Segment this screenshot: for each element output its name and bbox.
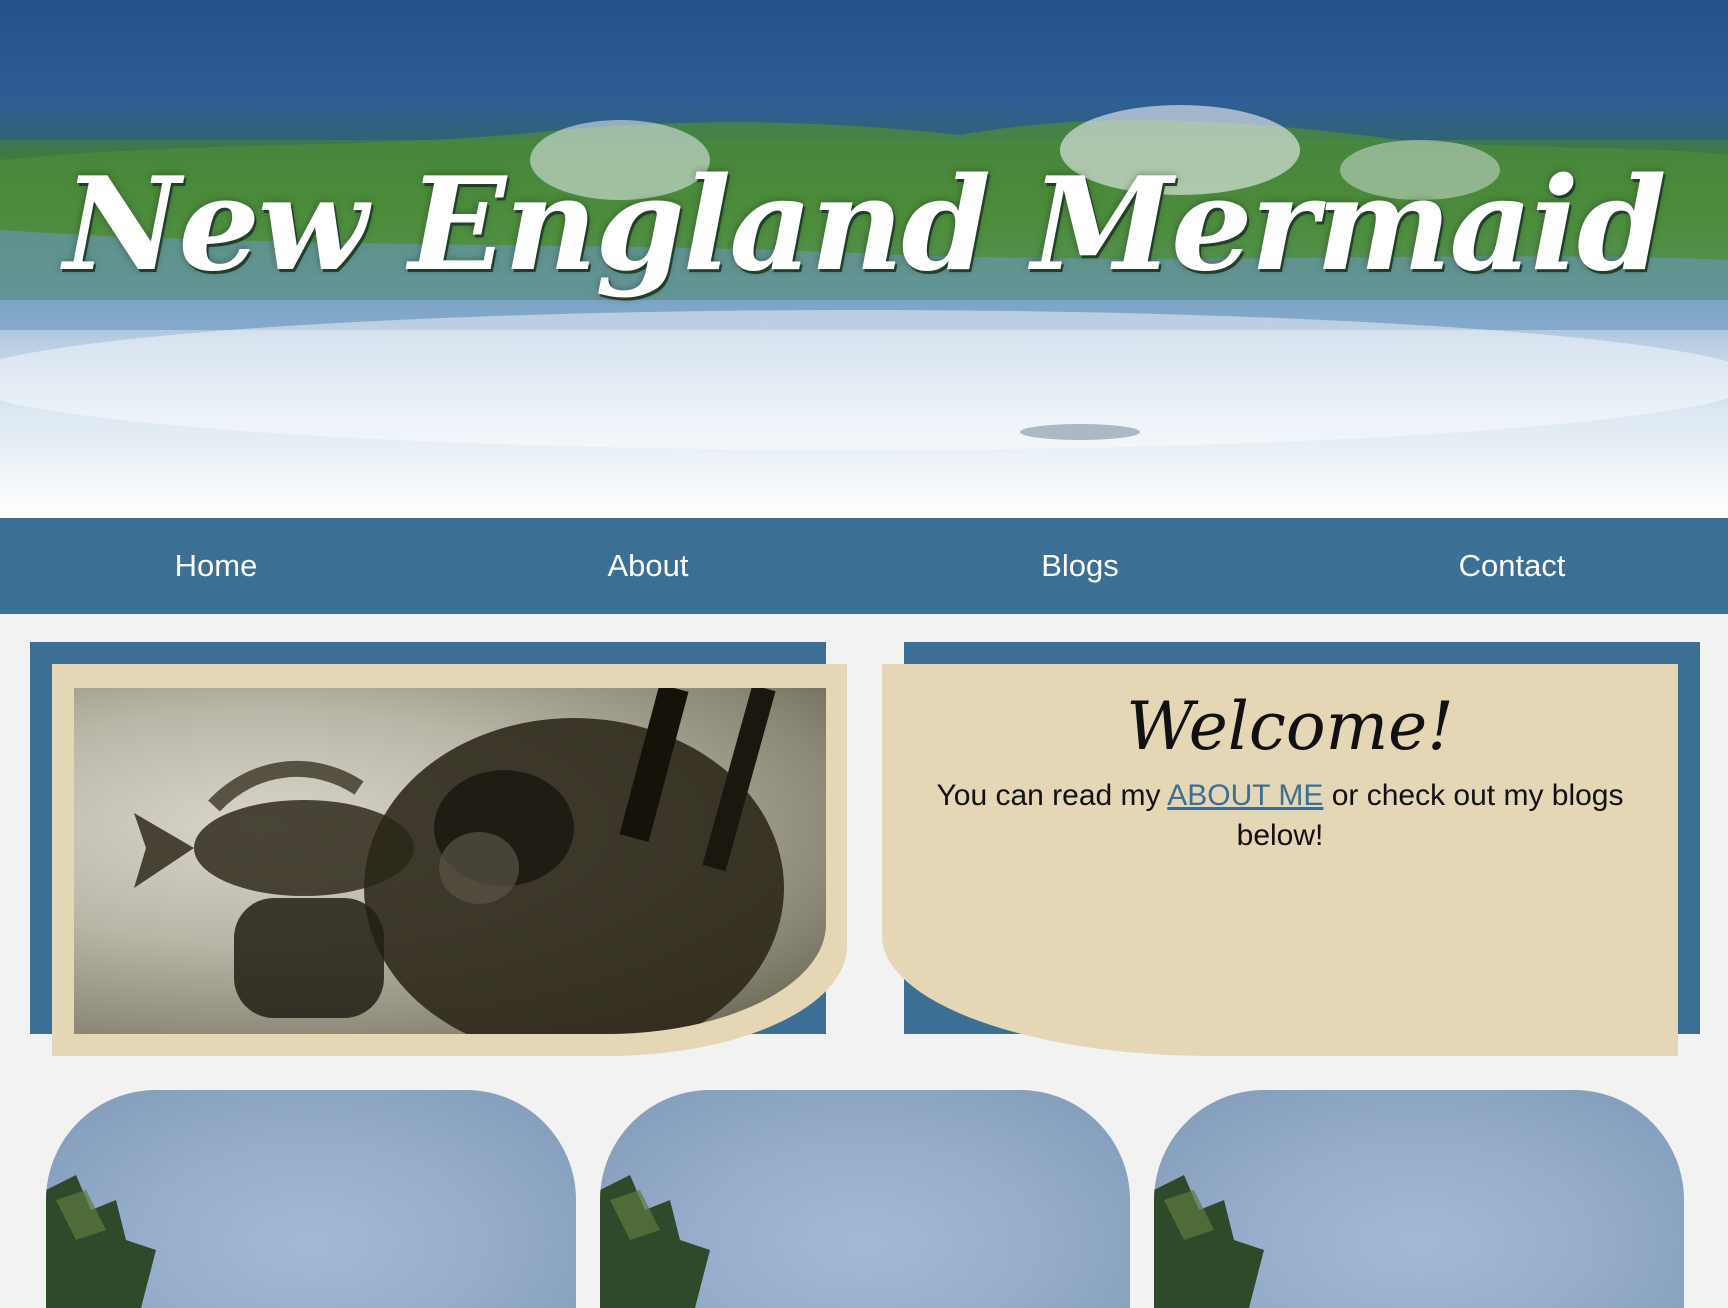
nav-item-blogs[interactable]: Blogs bbox=[864, 518, 1296, 614]
main-nav: Home About Blogs Contact bbox=[0, 518, 1728, 614]
blog-card[interactable] bbox=[1154, 1090, 1684, 1308]
nav-item-home[interactable]: Home bbox=[0, 518, 432, 614]
blog-card-image bbox=[1154, 1175, 1264, 1308]
blog-card[interactable] bbox=[600, 1090, 1130, 1308]
site-title: New England Mermaid bbox=[63, 150, 1666, 300]
hero-banner: New England Mermaid bbox=[0, 0, 1728, 518]
welcome-heading: Welcome! bbox=[1126, 688, 1454, 765]
about-me-link[interactable]: ABOUT ME bbox=[1167, 779, 1323, 812]
welcome-text-before: You can read my bbox=[936, 779, 1168, 812]
blog-card-image bbox=[600, 1175, 710, 1308]
diver-photo bbox=[74, 688, 826, 1034]
welcome-text: You can read my ABOUT ME or check out my… bbox=[930, 776, 1630, 856]
blog-card-image bbox=[46, 1175, 156, 1308]
diver-with-fish-image bbox=[134, 688, 784, 1034]
nav-item-about[interactable]: About bbox=[432, 518, 864, 614]
blog-card[interactable] bbox=[46, 1090, 576, 1308]
nav-item-contact[interactable]: Contact bbox=[1296, 518, 1728, 614]
